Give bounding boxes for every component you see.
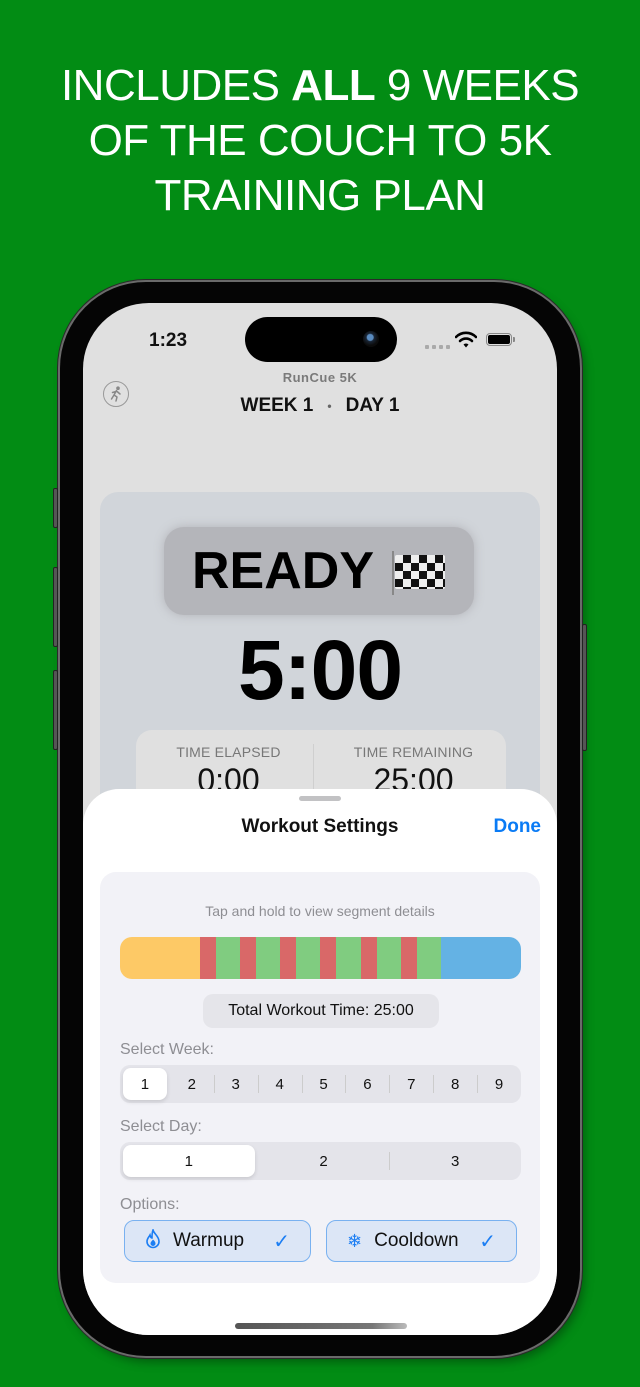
cooldown-toggle[interactable]: ❄ Cooldown ✓ <box>326 1220 517 1262</box>
phase-label: READY <box>191 542 375 600</box>
day-option-label: 3 <box>451 1152 460 1170</box>
countdown-time: 5:00 <box>237 623 403 717</box>
segment-run[interactable] <box>400 937 417 979</box>
settings-panel: Tap and hold to view segment details Tot… <box>100 872 540 1283</box>
status-time: 1:23 <box>149 330 188 351</box>
phone-frame: 1:23 RunCue 5K WEEK 1 • DAY 1 READY 5:00 <box>53 282 587 1356</box>
current-week: WEEK 1 <box>240 395 314 416</box>
week-option-9[interactable]: 9 <box>477 1065 521 1103</box>
week-day-title: WEEK 1 • DAY 1 <box>83 395 557 417</box>
week-picker[interactable]: 1 2 3 4 5 6 7 8 9 <box>120 1065 521 1103</box>
week-option-label: 9 <box>494 1075 504 1093</box>
volume-down-button <box>53 670 58 750</box>
phase-badge: READY <box>164 527 474 615</box>
week-option-label: 6 <box>363 1075 372 1093</box>
day-option-1[interactable]: 1 <box>123 1145 255 1177</box>
workout-segment-bar[interactable] <box>120 937 521 979</box>
segment-separator <box>433 1075 435 1093</box>
options-label: Options: <box>120 1196 180 1213</box>
snowflake-icon: ❄ <box>347 1230 363 1251</box>
app-screen: 1:23 RunCue 5K WEEK 1 • DAY 1 READY 5:00 <box>83 303 557 1335</box>
week-option-4[interactable]: 4 <box>257 1065 302 1103</box>
segment-run[interactable] <box>200 937 217 979</box>
week-option-label: 1 <box>140 1075 150 1093</box>
cooldown-label: Cooldown <box>374 1230 459 1251</box>
day-option-2[interactable]: 2 <box>258 1142 390 1180</box>
cooldown-checkmark-icon: ✓ <box>479 1230 496 1253</box>
flame-icon <box>145 1226 161 1254</box>
battery-icon <box>486 333 515 346</box>
sheet-grabber[interactable] <box>299 796 341 801</box>
select-week-label: Select Week: <box>120 1041 214 1058</box>
week-option-3[interactable]: 3 <box>213 1065 258 1103</box>
segment-run[interactable] <box>360 937 377 979</box>
segment-warmup[interactable] <box>120 937 201 979</box>
timer-card: READY 5:00 TIME ELAPSED 0:00 TIME REMAIN… <box>100 492 540 822</box>
segment-separator <box>257 1075 259 1093</box>
wifi-icon <box>455 331 477 348</box>
segment-separator <box>213 1075 215 1093</box>
home-indicator[interactable] <box>235 1323 407 1329</box>
week-option-1[interactable]: 1 <box>123 1068 167 1100</box>
segment-walk[interactable] <box>376 937 401 979</box>
week-option-7[interactable]: 7 <box>389 1065 433 1103</box>
workout-settings-sheet: Workout Settings Done Tap and hold to vi… <box>83 789 557 1335</box>
sheet-title: Workout Settings <box>241 816 399 837</box>
segment-run[interactable] <box>320 937 337 979</box>
volume-up-button <box>53 567 58 647</box>
segment-run[interactable] <box>240 937 257 979</box>
app-name: RunCue 5K <box>282 370 358 385</box>
segment-walk[interactable] <box>336 937 361 979</box>
segment-separator <box>389 1075 391 1093</box>
headline-bold: ALL <box>291 61 376 110</box>
week-option-8[interactable]: 8 <box>433 1065 477 1103</box>
headline-line2: OF THE COUCH TO 5K <box>88 116 552 165</box>
headline-prefix: INCLUDES <box>60 61 292 110</box>
week-option-label: 3 <box>231 1075 240 1093</box>
warmup-label: Warmup <box>173 1230 245 1251</box>
total-workout-time: Total Workout Time: 25:00 <box>203 994 439 1028</box>
warmup-toggle[interactable]: Warmup ✓ <box>124 1220 311 1262</box>
segment-walk[interactable] <box>256 937 281 979</box>
segment-separator <box>477 1075 479 1093</box>
checkered-flag-icon <box>392 551 446 595</box>
action-button <box>53 488 58 528</box>
day-option-label: 1 <box>184 1152 193 1170</box>
day-option-3[interactable]: 3 <box>389 1142 521 1180</box>
week-option-label: 5 <box>319 1075 328 1093</box>
select-day-label: Select Day: <box>120 1118 202 1135</box>
dynamic-island <box>245 317 397 362</box>
promo-headline: INCLUDES ALL 9 WEEKS OF THE COUCH TO 5K … <box>0 58 640 223</box>
segment-cooldown[interactable] <box>440 937 521 979</box>
week-option-label: 2 <box>187 1075 196 1093</box>
signal-dots-icon <box>425 345 450 349</box>
week-option-label: 8 <box>451 1075 460 1093</box>
day-option-label: 2 <box>319 1152 328 1170</box>
power-button <box>582 624 587 751</box>
segment-run[interactable] <box>280 937 297 979</box>
segment-separator <box>389 1152 391 1170</box>
week-option-2[interactable]: 2 <box>170 1065 214 1103</box>
headline-line1-suffix: 9 WEEKS <box>375 61 580 110</box>
week-option-label: 4 <box>275 1075 284 1093</box>
segment-hint: Tap and hold to view segment details <box>205 903 435 919</box>
done-button[interactable]: Done <box>494 816 542 838</box>
week-option-5[interactable]: 5 <box>301 1065 346 1103</box>
separator-dot: • <box>327 398 332 413</box>
current-day: DAY 1 <box>345 395 400 416</box>
warmup-checkmark-icon: ✓ <box>273 1230 290 1253</box>
segment-walk[interactable] <box>296 937 321 979</box>
remaining-label: TIME REMAINING <box>353 744 474 760</box>
day-picker[interactable]: 1 2 3 <box>120 1142 521 1180</box>
segment-walk[interactable] <box>216 937 241 979</box>
headline-line3: TRAINING PLAN <box>154 171 486 220</box>
camera-icon <box>363 331 379 347</box>
segment-walk[interactable] <box>416 937 441 979</box>
elapsed-label: TIME ELAPSED <box>176 744 281 760</box>
week-option-label: 7 <box>407 1075 416 1093</box>
segment-separator <box>301 1075 303 1093</box>
week-option-6[interactable]: 6 <box>345 1065 389 1103</box>
segment-separator <box>345 1075 347 1093</box>
